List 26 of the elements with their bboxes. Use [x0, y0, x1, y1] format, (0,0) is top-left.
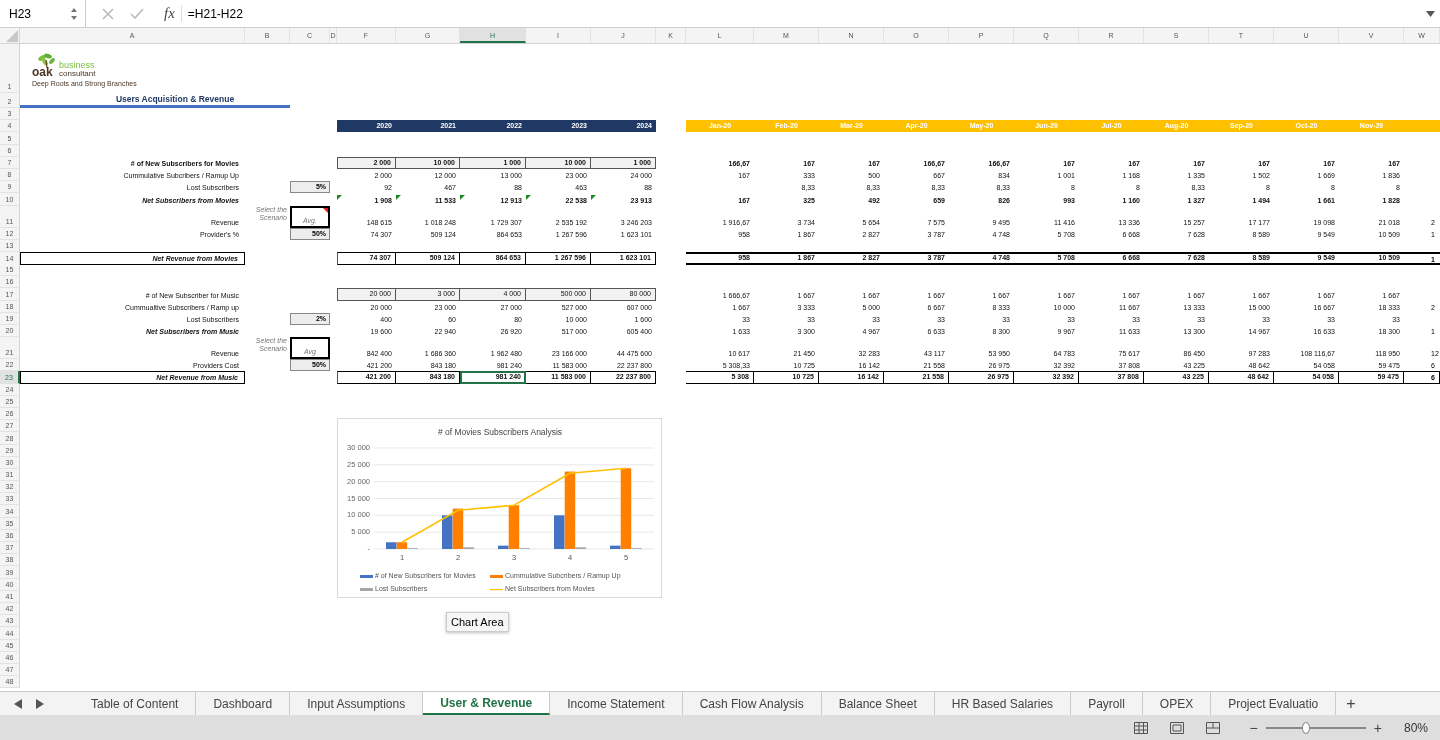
spinner-icon[interactable]	[70, 6, 78, 21]
previous-sheet-icon[interactable]	[14, 698, 22, 709]
check-icon[interactable]	[130, 7, 144, 20]
zoom-level[interactable]: 80%	[1403, 720, 1428, 735]
zoom-in-button[interactable]: +	[1373, 719, 1382, 736]
zoom-slider-thumb[interactable]	[1301, 721, 1310, 734]
caret-icon[interactable]	[1426, 10, 1435, 17]
page-break-icon[interactable]	[1205, 721, 1220, 734]
sheet-tab[interactable]: User & Revenue	[423, 692, 551, 715]
chart-title: # of Movies Subscribers Analysis	[437, 427, 563, 437]
tooltip: Chart Area	[446, 612, 509, 632]
zoom-out-button[interactable]: −	[1249, 719, 1258, 736]
name-box[interactable]: H23	[0, 0, 86, 27]
page-layout-icon[interactable]	[1169, 721, 1184, 734]
function-button[interactable]: fx	[164, 5, 182, 22]
sheet-title: Users Acquisition & Revenue	[20, 93, 290, 108]
formula-field[interactable]: =H21-H22	[187, 6, 1426, 21]
add-sheet-button[interactable]: +	[1336, 692, 1366, 715]
chart-bar	[442, 515, 453, 549]
legend-key	[360, 575, 373, 578]
comment-indicator-icon	[323, 207, 328, 213]
next-sheet-icon[interactable]	[36, 698, 44, 709]
legend-key	[490, 575, 503, 578]
legend-key	[360, 588, 373, 591]
normal-view-icon[interactable]	[1133, 721, 1148, 734]
month-header-fill	[1404, 120, 1440, 133]
